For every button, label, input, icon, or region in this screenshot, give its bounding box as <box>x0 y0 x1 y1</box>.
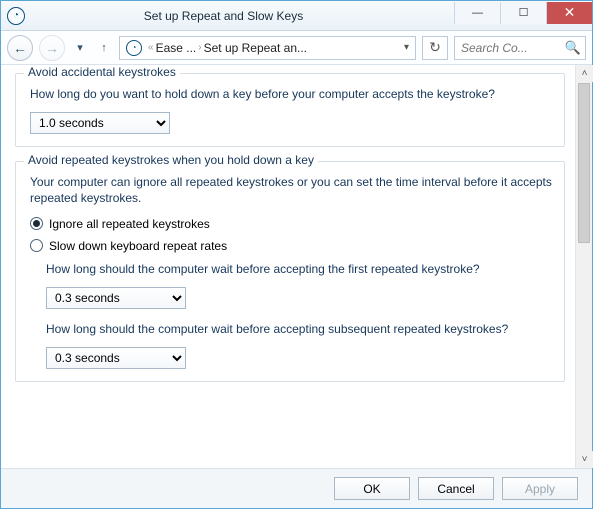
maximize-button[interactable]: ☐ <box>500 2 546 24</box>
group-accidental-keystrokes: Avoid accidental keystrokes How long do … <box>15 73 565 147</box>
titlebar: ◔ Set up Repeat and Slow Keys — ☐ ✕ <box>1 1 592 31</box>
search-box[interactable]: 🔍 <box>454 36 586 60</box>
group-legend: Avoid repeated keystrokes when you hold … <box>24 153 318 167</box>
minimize-button[interactable]: — <box>454 2 500 24</box>
refresh-icon: ↻ <box>429 39 441 56</box>
cancel-button[interactable]: Cancel <box>418 477 494 500</box>
apply-button[interactable]: Apply <box>502 477 578 500</box>
arrow-right-icon: → <box>45 40 59 56</box>
first-repeat-description: How long should the computer wait before… <box>46 261 554 277</box>
up-button[interactable]: ↑ <box>95 37 113 59</box>
ok-button[interactable]: OK <box>334 477 410 500</box>
breadcrumb-part[interactable]: Set up Repeat an... <box>204 41 307 55</box>
chevron-right-icon: › <box>198 42 201 53</box>
refresh-button[interactable]: ↻ <box>422 36 448 60</box>
back-button[interactable]: ← <box>7 35 33 61</box>
radio-icon <box>30 217 43 230</box>
scroll-down-button[interactable]: ˅ <box>576 451 593 468</box>
radio-label: Ignore all repeated keystrokes <box>49 217 210 231</box>
group-legend: Avoid accidental keystrokes <box>24 65 180 79</box>
chevron-up-icon: ˄ <box>582 68 588 79</box>
footer: OK Cancel Apply <box>1 468 592 508</box>
forward-button[interactable]: → <box>39 35 65 61</box>
window-title: Set up Repeat and Slow Keys <box>0 9 454 23</box>
group-repeated-keystrokes: Avoid repeated keystrokes when you hold … <box>15 161 565 382</box>
recent-locations-button[interactable]: ▾ <box>71 37 89 59</box>
chevron-down-icon[interactable]: ▾ <box>404 42 413 53</box>
subsequent-repeat-delay-select[interactable]: 0.3 seconds <box>46 347 186 369</box>
scroll-up-button[interactable]: ˄ <box>576 65 593 82</box>
hold-duration-select[interactable]: 1.0 seconds <box>30 112 170 134</box>
first-repeat-delay-select[interactable]: 0.3 seconds <box>46 287 186 309</box>
search-icon: 🔍 <box>565 40 585 56</box>
breadcrumb[interactable]: ◔ « Ease ... › Set up Repeat an... ▾ <box>119 36 416 60</box>
close-button[interactable]: ✕ <box>546 2 592 24</box>
navbar: ← → ▾ ↑ ◔ « Ease ... › Set up Repeat an.… <box>1 31 592 65</box>
radio-icon <box>30 239 43 252</box>
location-icon: ◔ <box>126 40 142 56</box>
chevron-down-icon: ▾ <box>77 41 83 54</box>
chevron-down-icon: ˅ <box>582 454 588 465</box>
radio-ignore-repeated[interactable]: Ignore all repeated keystrokes <box>30 217 554 231</box>
radio-slow-down-repeat[interactable]: Slow down keyboard repeat rates <box>30 239 554 253</box>
subsequent-repeat-description: How long should the computer wait before… <box>46 321 554 337</box>
scroll-thumb[interactable] <box>578 83 590 243</box>
content-area: Avoid accidental keystrokes How long do … <box>1 65 575 468</box>
breadcrumb-part[interactable]: Ease ... <box>156 41 197 55</box>
hold-duration-description: How long do you want to hold down a key … <box>30 86 554 102</box>
arrow-left-icon: ← <box>13 40 27 56</box>
arrow-up-icon: ↑ <box>101 42 107 54</box>
vertical-scrollbar[interactable]: ˄ ˅ <box>575 65 592 468</box>
repeat-description: Your computer can ignore all repeated ke… <box>30 174 554 206</box>
radio-label: Slow down keyboard repeat rates <box>49 239 227 253</box>
chevron-left-icon: « <box>148 42 154 53</box>
search-input[interactable] <box>455 41 565 55</box>
